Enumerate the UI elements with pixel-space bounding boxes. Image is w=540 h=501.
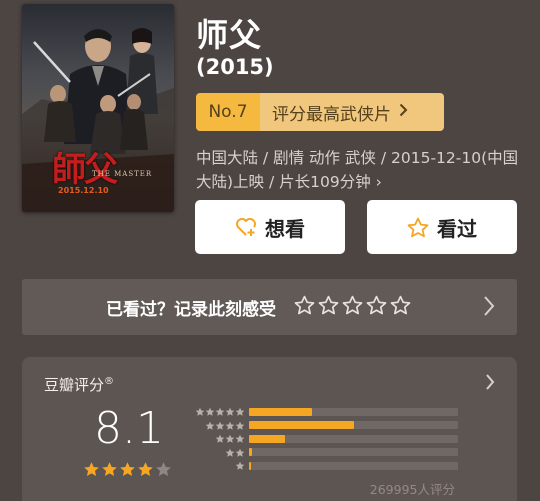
score-star-2 (101, 461, 118, 482)
score-stars (83, 461, 172, 482)
movie-year: (2015) (196, 55, 274, 79)
distribution-bar-fill (249, 461, 252, 470)
score-star-5 (155, 461, 172, 482)
rate-star-1[interactable] (294, 295, 315, 320)
poster-title-art: 師父 (52, 150, 118, 190)
distribution-row-1-star (185, 461, 458, 470)
rank-label: 评分最高武侠片 (272, 104, 391, 125)
rating-count: 269995人评分 (369, 482, 455, 497)
rank-number: No.7 (196, 93, 260, 131)
score-star-4 (137, 461, 154, 482)
distribution-bar-track (249, 448, 458, 456)
score-star-3 (119, 461, 136, 482)
movie-detail-page: 師父 THE MASTER 2015.12.10 师父 (2015) No.7 … (0, 0, 540, 501)
record-feeling-bar[interactable]: 已看过？记录此刻感受 (22, 279, 517, 335)
rating-title: 豆瓣评分® (44, 374, 114, 395)
rank-badge[interactable]: No.7 评分最高武侠片 (196, 93, 444, 131)
distribution-star-label (185, 456, 245, 475)
poster-release-date: 2015.12.10 (58, 186, 109, 195)
want-to-watch-label: 想看 (265, 216, 305, 241)
movie-poster[interactable]: 師父 THE MASTER 2015.12.10 (22, 4, 174, 212)
chevron-right-icon (483, 293, 495, 323)
score-star-1 (83, 461, 100, 482)
distribution-bar-track (249, 421, 458, 429)
rating-title-text: 豆瓣评分 (44, 376, 105, 394)
rate-star-4[interactable] (366, 295, 387, 320)
movie-meta-info[interactable]: 中国大陆 / 剧情 动作 武侠 / 2015-12-10(中国大陆)上映 / 片… (196, 146, 526, 194)
watched-button[interactable]: 看过 (367, 200, 517, 254)
watched-label: 看过 (437, 216, 477, 241)
rating-score: 8.1 (94, 403, 164, 454)
record-prompt: 已看过？记录此刻感受 (106, 299, 276, 320)
douban-rating-card[interactable]: 豆瓣评分® 8.1 269995人评分 (22, 357, 517, 501)
rank-label-area: 评分最高武侠片 (260, 93, 444, 131)
distribution-bar-fill (249, 421, 354, 429)
want-to-watch-button[interactable]: 想看 (195, 200, 345, 254)
distribution-bar-track (249, 461, 458, 470)
mini-star-icon (235, 456, 245, 475)
rate-star-3[interactable] (342, 295, 363, 320)
distribution-bar-track (249, 434, 458, 443)
rate-star-2[interactable] (318, 295, 339, 320)
heart-add-icon (236, 218, 256, 236)
chevron-right-icon (485, 373, 495, 395)
record-star-rating[interactable] (294, 295, 411, 320)
distribution-bar-fill (249, 407, 312, 416)
distribution-bar-fill (249, 434, 285, 443)
distribution-bar-fill (249, 448, 253, 456)
distribution-bar-track (249, 407, 458, 416)
movie-title: 师父 (196, 16, 263, 54)
rate-star-5[interactable] (390, 295, 411, 320)
chevron-right-icon (399, 102, 408, 122)
registered-mark: ® (104, 376, 115, 387)
poster-subtitle: THE MASTER (92, 170, 153, 178)
star-outline-icon (407, 217, 429, 237)
